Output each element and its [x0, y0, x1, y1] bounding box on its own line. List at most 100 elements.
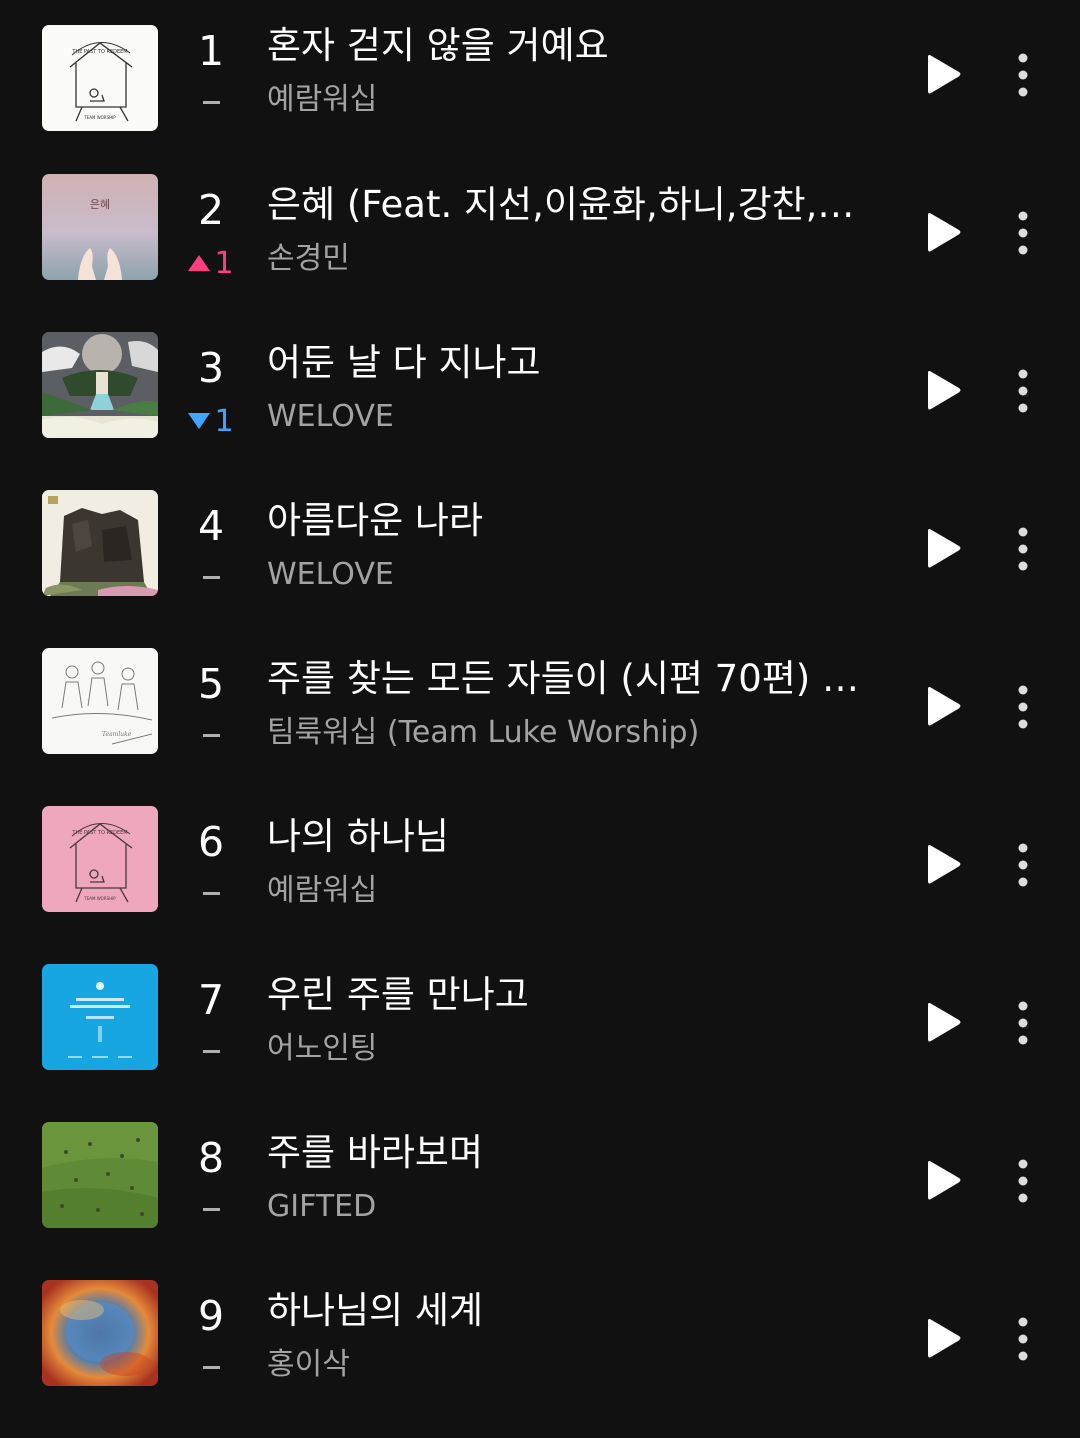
dash-icon — [202, 1049, 220, 1053]
dash-icon — [202, 891, 220, 895]
album-art-thumbnail[interactable]: Teamluke — [42, 648, 158, 754]
rank-number: 6 — [197, 818, 225, 866]
rank-change-value: 1 — [214, 403, 234, 439]
house-pink-art: THE PAST TO REDEEM TEAM WORSHIP — [42, 806, 158, 912]
dash-icon — [202, 575, 220, 579]
track-artist: 손경민 — [267, 241, 350, 276]
more-options-button[interactable] — [1004, 524, 1042, 574]
play-button[interactable] — [922, 211, 966, 255]
castle-rock-art — [42, 490, 158, 596]
more-vertical-icon — [1018, 1159, 1028, 1203]
track-row[interactable]: 9 하나님의 세계 홍이삭 — [0, 1280, 1080, 1438]
track-row[interactable]: 은혜 2 1 은혜 (Feat. 지선,이윤화,하니,강찬,아… 손경민 — [0, 174, 1080, 332]
more-options-button[interactable] — [1004, 366, 1042, 416]
svg-text:TEAM WORSHIP: TEAM WORSHIP — [83, 115, 116, 120]
nebula-world-art — [42, 1280, 158, 1386]
more-vertical-icon — [1018, 369, 1028, 413]
track-artist: WELOVE — [267, 557, 394, 592]
track-title: 혼자 걷지 않을 거예요 — [267, 24, 609, 67]
more-vertical-icon — [1018, 211, 1028, 255]
play-button[interactable] — [922, 685, 966, 729]
rank-number: 9 — [197, 1292, 225, 1340]
track-title: 주를 찾는 모든 자들이 (시편 70편) T… — [267, 657, 879, 700]
album-art-thumbnail[interactable]: THE PAST TO REDEEM TEAM WORSHIP — [42, 25, 158, 131]
track-artist: 홍이삭 — [267, 1347, 350, 1382]
album-art-thumbnail[interactable] — [42, 1122, 158, 1228]
track-title: 아름다운 나라 — [267, 499, 484, 542]
track-title: 나의 하나님 — [267, 815, 449, 858]
anointing-blue-art — [42, 964, 158, 1070]
more-options-button[interactable] — [1004, 1156, 1042, 1206]
play-icon — [928, 213, 961, 252]
svg-text:Teamluke: Teamluke — [102, 731, 132, 738]
rank-change-none — [190, 560, 232, 594]
play-button[interactable] — [922, 527, 966, 571]
play-button[interactable] — [922, 53, 966, 97]
track-title: 주를 바라보며 — [267, 1131, 484, 1174]
play-icon — [928, 55, 961, 94]
more-options-button[interactable] — [1004, 208, 1042, 258]
rank-number: 4 — [197, 502, 225, 550]
rank-change-none — [190, 876, 232, 910]
track-artist: WELOVE — [267, 399, 394, 434]
track-title: 우린 주를 만나고 — [267, 973, 529, 1016]
svg-text:TEAM WORSHIP: TEAM WORSHIP — [83, 896, 116, 901]
play-icon — [928, 687, 961, 726]
album-art-thumbnail[interactable] — [42, 332, 158, 438]
rank-number: 3 — [197, 344, 225, 392]
more-options-button[interactable] — [1004, 50, 1042, 100]
track-row[interactable]: THE PAST TO REDEEM TEAM WORSHIP 1 혼자 걷지 … — [0, 24, 1080, 183]
more-options-button[interactable] — [1004, 682, 1042, 732]
more-vertical-icon — [1018, 685, 1028, 729]
more-options-button[interactable] — [1004, 1314, 1042, 1364]
album-art-thumbnail[interactable]: 은혜 — [42, 174, 158, 280]
track-title: 은혜 (Feat. 지선,이윤화,하니,강찬,아… — [267, 183, 879, 226]
track-row[interactable]: 4 아름다운 나라 WELOVE — [0, 490, 1080, 648]
track-artist: 어노인팅 — [267, 1031, 378, 1066]
track-row[interactable]: 3 1 어둔 날 다 지나고 WELOVE — [0, 332, 1080, 490]
more-vertical-icon — [1018, 53, 1028, 97]
play-icon — [928, 1003, 961, 1042]
track-title: 어둔 날 다 지나고 — [267, 341, 541, 384]
play-button[interactable] — [922, 843, 966, 887]
track-row[interactable]: Teamluke 5 주를 찾는 모든 자들이 (시편 70편) T… 팀룩워십… — [0, 648, 1080, 806]
track-artist: GIFTED — [267, 1189, 377, 1224]
arrow-up-icon — [188, 255, 211, 271]
svg-text:THE PAST TO REDEEM: THE PAST TO REDEEM — [71, 49, 127, 55]
rank-change-up: 1 — [188, 245, 234, 281]
svg-text:THE PAST TO REDEEM: THE PAST TO REDEEM — [71, 830, 127, 836]
dash-icon — [202, 1207, 220, 1211]
more-vertical-icon — [1018, 1317, 1028, 1361]
track-artist: 팀룩워십 (Team Luke Worship) — [267, 715, 700, 750]
album-art-thumbnail[interactable] — [42, 964, 158, 1070]
play-icon — [928, 529, 961, 568]
more-vertical-icon — [1018, 1001, 1028, 1045]
rank-change-down: 1 — [188, 403, 234, 439]
track-row[interactable]: 8 주를 바라보며 GIFTED — [0, 1122, 1080, 1280]
play-icon — [928, 1319, 961, 1358]
play-icon — [928, 371, 961, 410]
more-vertical-icon — [1018, 527, 1028, 571]
album-art-thumbnail[interactable]: THE PAST TO REDEEM TEAM WORSHIP — [42, 806, 158, 912]
more-options-button[interactable] — [1004, 998, 1042, 1048]
play-button[interactable] — [922, 1001, 966, 1045]
track-row[interactable]: THE PAST TO REDEEM TEAM WORSHIP 6 나의 하나님… — [0, 806, 1080, 964]
more-options-button[interactable] — [1004, 840, 1042, 890]
album-art-thumbnail[interactable] — [42, 1280, 158, 1386]
play-icon — [928, 1161, 961, 1200]
rank-change-none — [190, 85, 232, 119]
track-row[interactable]: 7 우린 주를 만나고 어노인팅 — [0, 964, 1080, 1122]
sketch-people-art: Teamluke — [42, 648, 158, 754]
play-button[interactable] — [922, 1317, 966, 1361]
arrow-down-icon — [188, 413, 211, 429]
rank-change-none — [190, 718, 232, 752]
rank-change-none — [190, 1034, 232, 1068]
rank-number: 5 — [197, 660, 225, 708]
house-sketch-art: THE PAST TO REDEEM TEAM WORSHIP — [42, 25, 158, 131]
play-button[interactable] — [922, 1159, 966, 1203]
rank-number: 1 — [197, 27, 225, 75]
play-button[interactable] — [922, 369, 966, 413]
rank-change-value: 1 — [214, 245, 234, 281]
album-art-thumbnail[interactable] — [42, 490, 158, 596]
rank-number: 2 — [197, 186, 225, 234]
